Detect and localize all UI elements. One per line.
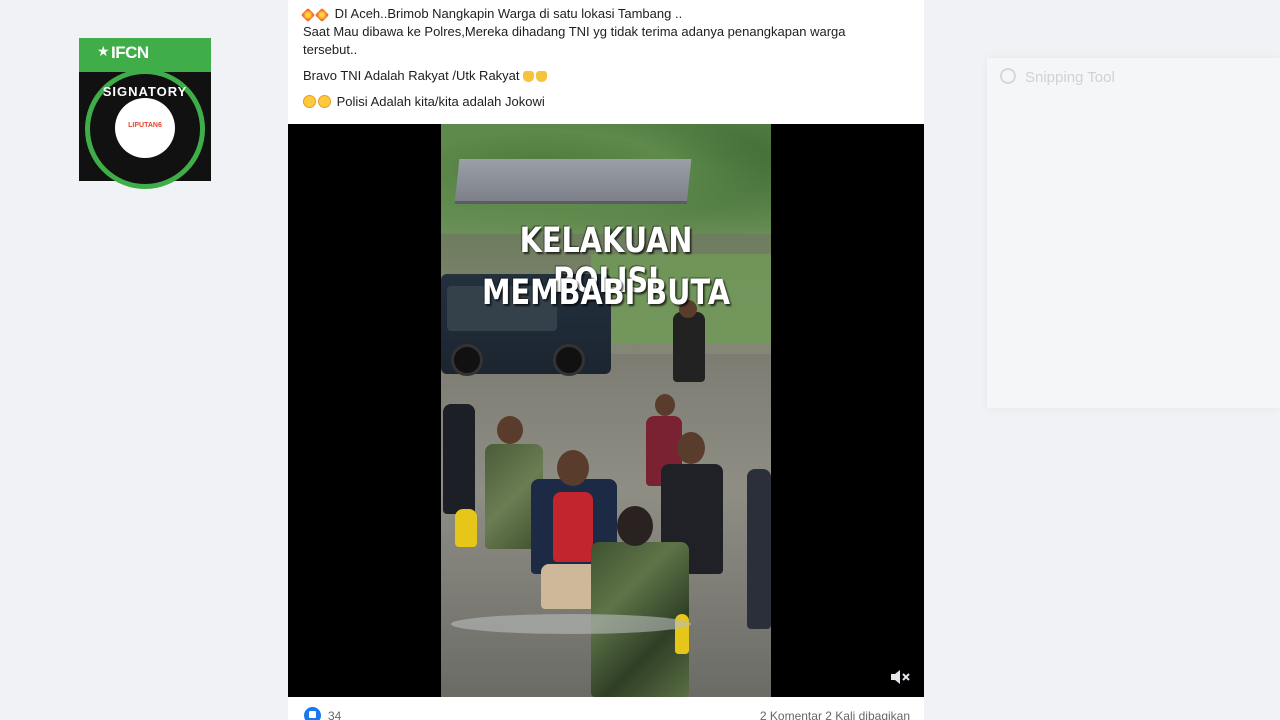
- badge-signatory-label: SIGNATORY: [102, 84, 188, 99]
- truck-wheel: [451, 344, 483, 376]
- person-figure: [673, 312, 705, 382]
- post-line-1-text: DI Aceh..Brimob Nangkapin Warga di satu …: [334, 6, 683, 21]
- person-head: [617, 506, 653, 546]
- thumbs-up-emoji-icon: [536, 71, 548, 82]
- post-line-4: Polisi Adalah kita/kita adalah Jokowi: [303, 93, 903, 111]
- post-line-2: Saat Mau dibawa ke Polres,Mereka dihadan…: [303, 23, 903, 59]
- facebook-post: DI Aceh..Brimob Nangkapin Warga di satu …: [288, 0, 924, 720]
- snipping-tool-title: Snipping Tool: [1025, 69, 1115, 86]
- mute-button[interactable]: [888, 667, 912, 687]
- badge-header: ★ IFCN: [79, 38, 211, 72]
- badge-ifcn-label: IFCN: [111, 43, 149, 62]
- like-reaction-icon[interactable]: [304, 707, 321, 720]
- person-figure: [747, 469, 771, 629]
- angry-face-emoji-icon: [318, 95, 331, 108]
- snipping-tool-window[interactable]: Snipping Tool: [987, 58, 1280, 408]
- post-line-4-text: Polisi Adalah kita/kita adalah Jokowi: [336, 94, 545, 109]
- person-shirt: [553, 492, 593, 562]
- post-line-1: DI Aceh..Brimob Nangkapin Warga di satu …: [300, 5, 903, 23]
- person-head: [497, 416, 523, 444]
- video-frame: KELAKUAN POLISI MEMBABI BUTA: [441, 124, 771, 697]
- snipping-tool-icon: [1000, 68, 1016, 84]
- post-line-2-text: Saat Mau dibawa ke Polres,Mereka dihadan…: [303, 24, 846, 57]
- badge-partner-label: LIPUTAN6: [128, 122, 162, 129]
- video-caption-line-2: MEMBABI BUTA: [481, 273, 731, 313]
- person-figure: [443, 404, 475, 514]
- star-icon: ★: [97, 43, 110, 59]
- speaker-muted-icon: [891, 670, 910, 684]
- person-head: [655, 394, 675, 416]
- badge-partner-logo: LIPUTAN6: [115, 98, 175, 158]
- shed-roof: [454, 159, 692, 204]
- collision-emoji-icon: [300, 7, 316, 23]
- post-line-3-text: Bravo TNI Adalah Rakyat /Utk Rakyat: [303, 68, 520, 83]
- person-boots: [455, 509, 477, 547]
- truck-wheel: [553, 344, 585, 376]
- angry-face-emoji-icon: [303, 95, 316, 108]
- page: ★ IFCN SIGNATORY LIPUTAN6 DI Aceh..Brimo…: [0, 0, 1280, 720]
- post-text: DI Aceh..Brimob Nangkapin Warga di satu …: [300, 5, 903, 111]
- water-puddle: [451, 614, 691, 634]
- post-line-3: Bravo TNI Adalah Rakyat /Utk Rakyat: [303, 67, 903, 85]
- person-head: [557, 450, 589, 486]
- video-player[interactable]: KELAKUAN POLISI MEMBABI BUTA: [288, 124, 924, 697]
- collision-emoji-icon: [314, 7, 330, 23]
- post-footer: 34 2 Komentar 2 Kali dibagikan: [288, 697, 924, 720]
- comments-shares-count[interactable]: 2 Komentar 2 Kali dibagikan: [760, 709, 910, 720]
- reaction-count[interactable]: 34: [328, 709, 341, 720]
- person-head: [677, 432, 705, 464]
- thumbs-up-emoji-icon: [523, 71, 535, 82]
- ifcn-signatory-badge: ★ IFCN SIGNATORY LIPUTAN6: [79, 38, 211, 189]
